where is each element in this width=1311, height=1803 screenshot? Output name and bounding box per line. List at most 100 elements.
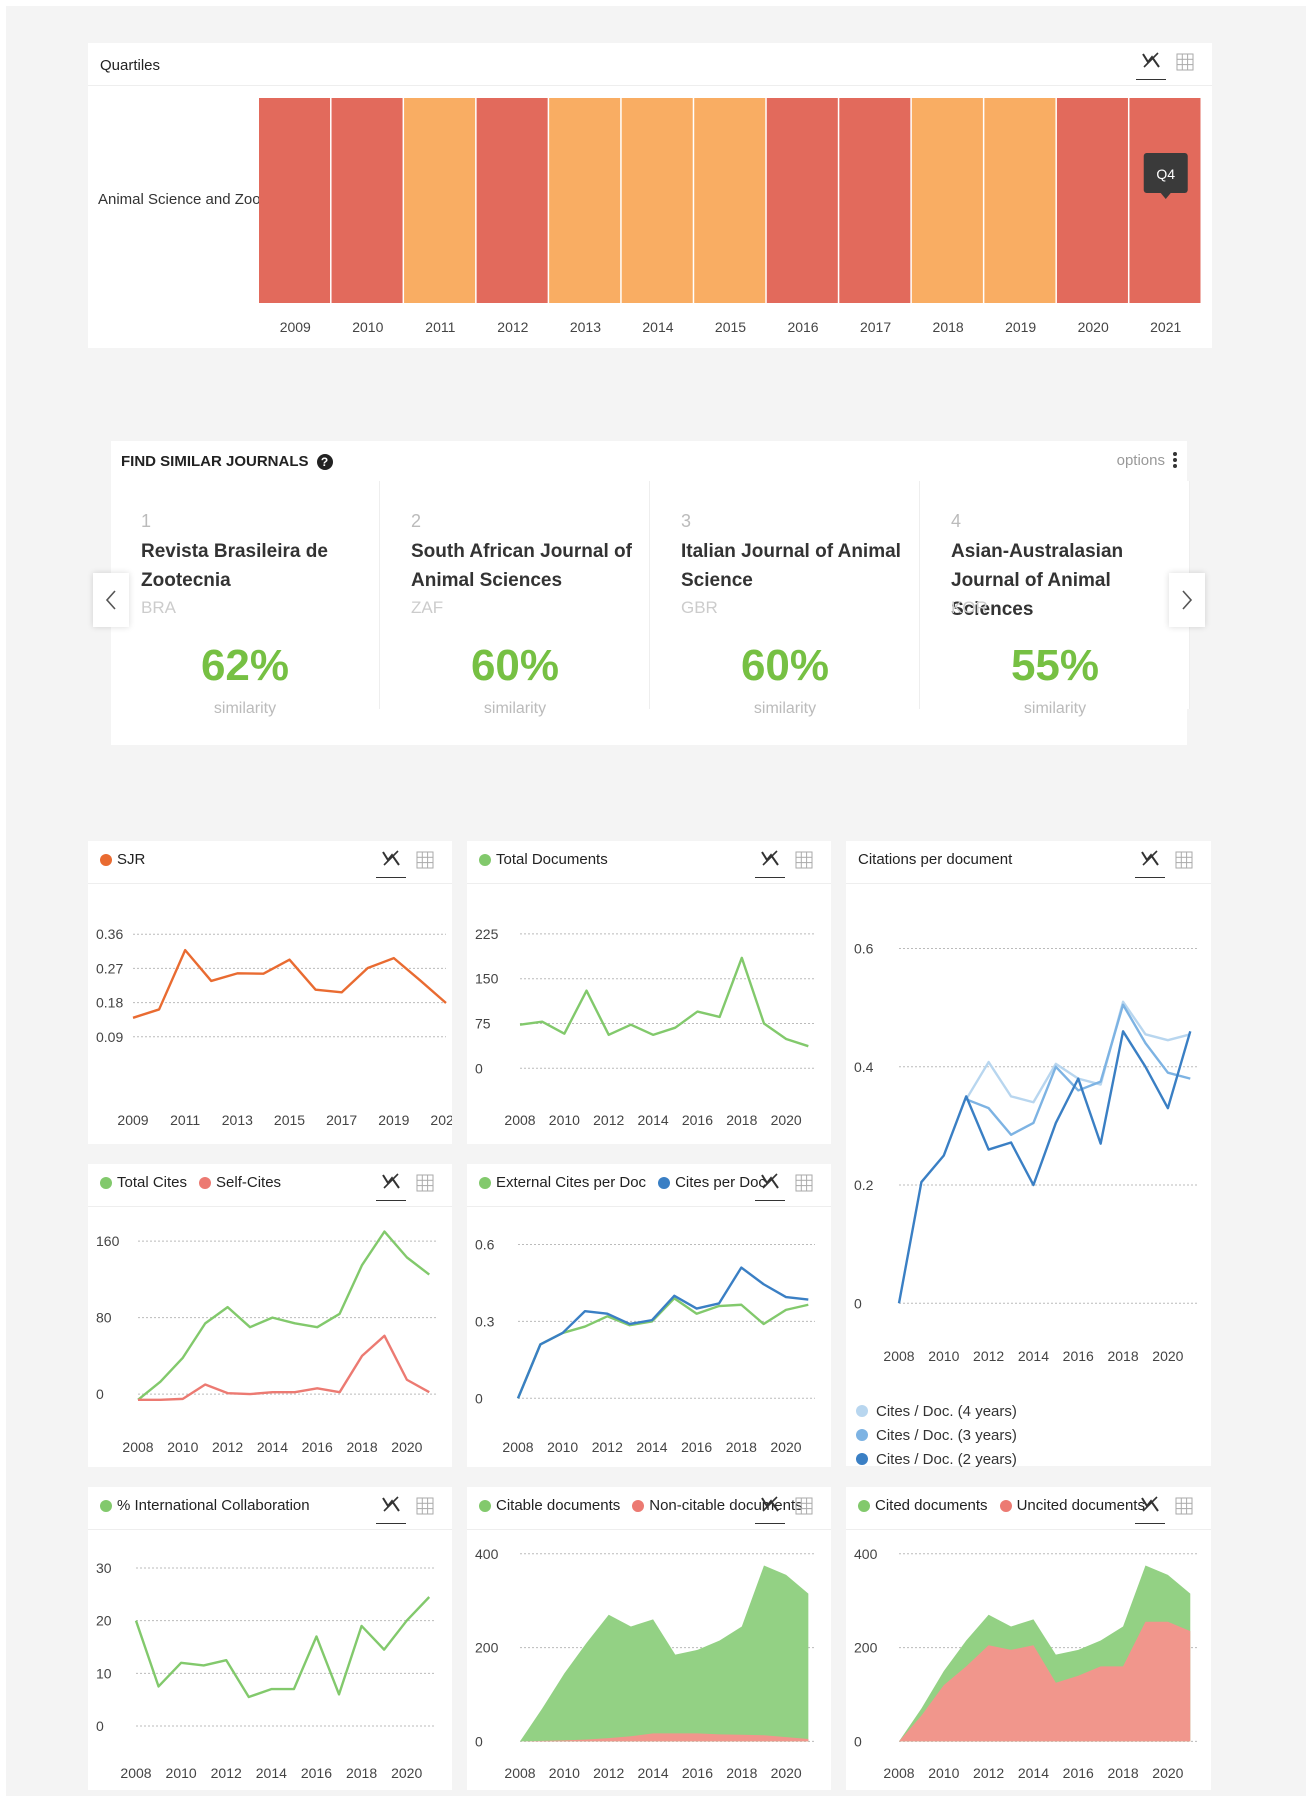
journal-country: BRA (141, 598, 176, 617)
cited-chart-panel: Cited documents Uncited documents 0 200 400 2… (846, 1487, 1211, 1790)
intl-chart-svg: 0 10 20 30 2008 2010 2012 2014 2016 2018 2020 (96, 1560, 436, 1781)
quartile-year-label: 2021 (1150, 319, 1181, 335)
y-tick-label: 0.2 (854, 1177, 874, 1193)
x-tick-label: 2012 (592, 1439, 623, 1455)
x-tick-label: 2010 (549, 1765, 580, 1781)
x-tick-label: 2010 (167, 1439, 198, 1455)
x-tick-label: 2020 (391, 1439, 422, 1455)
chevron-right-icon (1182, 590, 1193, 610)
intl-chart-panel: % International Collaboration 0 10 20 30 2008… (88, 1487, 452, 1790)
quartile-cell[interactable] (621, 98, 693, 303)
x-tick-label: 2020 (1152, 1765, 1183, 1781)
quartile-cell[interactable] (1129, 98, 1201, 303)
quartile-year-label: 2013 (570, 319, 601, 335)
x-tick-label: 2012 (212, 1439, 243, 1455)
y-tick-label: 0 (96, 1386, 104, 1402)
y-tick-label: 160 (96, 1233, 120, 1249)
docs-chart-panel: Total Documents 0 75 150 225 2008 2010 2012 2014… (467, 841, 831, 1144)
quartile-cell[interactable] (331, 98, 403, 303)
y-tick-label: 0.27 (96, 960, 123, 976)
quartile-cell[interactable] (1056, 98, 1128, 303)
y-tick-label: 0.09 (96, 1029, 123, 1045)
y-tick-label: 0.3 (475, 1313, 495, 1329)
quartile-cell[interactable] (839, 98, 911, 303)
y-tick-label: 0 (475, 1390, 483, 1406)
similarity-percent: 62% (200, 641, 290, 690)
x-tick-label: 2012 (973, 1348, 1004, 1364)
x-tick-label: 2014 (636, 1439, 667, 1455)
x-tick-label: 2008 (883, 1348, 914, 1364)
y-tick-label: 200 (854, 1640, 878, 1656)
journal-country: KOR (951, 598, 988, 617)
quartile-cell[interactable] (694, 98, 766, 303)
carousel-prev-button[interactable] (93, 573, 129, 627)
x-tick-label: 2008 (504, 1765, 535, 1781)
cited-chart-svg: 0 200 400 2008 2010 2012 2014 2016 2018 2020 (854, 1546, 1197, 1781)
journal-rank: 1 (141, 511, 152, 531)
y-tick-label: 10 (96, 1665, 112, 1681)
similarity-label: similarity (753, 700, 817, 717)
quartile-year-label: 2019 (1005, 319, 1036, 335)
x-tick-label: 2020 (1152, 1348, 1183, 1364)
journal-rank: 4 (951, 511, 962, 531)
sjr-chart-panel: SJR 0.09 0.18 0.27 0.36 2009 2011 2013 2015 2017 2… (88, 841, 452, 1144)
x-tick-label: 2018 (726, 1765, 757, 1781)
extcites-chart-panel: External Cites per Doc Cites per Doc 0 0.3 0… (467, 1164, 831, 1467)
quartile-year-label: 2011 (425, 319, 455, 335)
journal-name: Italian Journal of Animal Science (681, 541, 901, 591)
help-icon[interactable]: ? (316, 453, 333, 470)
carousel-next-button[interactable] (1169, 573, 1205, 627)
x-tick-label: 2016 (681, 1439, 712, 1455)
y-tick-label: 225 (475, 926, 499, 942)
similar-journal-card[interactable]: 3 Italian Journal of Animal Science GBR 60%… (651, 481, 920, 717)
x-tick-label: 2008 (122, 1439, 153, 1455)
quartile-cell[interactable] (476, 98, 548, 303)
similar-journal-card[interactable]: 2 South African Journal of Animal Science… (381, 481, 650, 717)
similar-journal-card[interactable]: 1 Revista Brasileira de Zootecnia BRA 62% si… (111, 481, 380, 717)
journal-rank: 2 (411, 511, 422, 531)
similarity-percent: 60% (470, 641, 560, 690)
x-tick-label: 2013 (222, 1112, 253, 1128)
line-series (516, 1297, 809, 1399)
line-series (132, 948, 447, 1019)
x-tick-label: 2012 (973, 1765, 1004, 1781)
extcites-chart-svg: 0 0.3 0.6 2008 2010 2012 2014 2016 2018 2020 (475, 1237, 815, 1455)
line-series (897, 1030, 1192, 1304)
legend-item[interactable]: Cites / Doc. (4 years) (856, 1399, 1017, 1423)
legend-item[interactable]: Cites / Doc. (2 years) (856, 1447, 1017, 1471)
y-tick-label: 0.18 (96, 995, 123, 1011)
quartile-cell[interactable] (911, 98, 983, 303)
quartile-cell[interactable] (984, 98, 1056, 303)
quartile-cell[interactable] (766, 98, 838, 303)
sjr-chart-svg: 0.09 0.18 0.27 0.36 2009 2011 2013 2015 2017 2019… (96, 926, 452, 1128)
quartile-tooltip-text: Q4 (1156, 166, 1175, 182)
similar-journal-card[interactable]: 4 Asian-Australasian Journal of Animal Sc… (921, 481, 1190, 717)
similarity-percent: 55% (1010, 641, 1100, 690)
similarity-label: similarity (483, 700, 547, 717)
docs-chart-svg: 0 75 150 225 2008 2010 2012 2014 2016 2018 2020 (475, 926, 815, 1128)
quartile-year-label: 2009 (280, 319, 311, 335)
quartile-cell[interactable] (549, 98, 621, 303)
x-tick-label: 2010 (549, 1112, 580, 1128)
legend-dot-icon (856, 1453, 868, 1465)
x-tick-label: 2018 (1107, 1765, 1138, 1781)
quartile-cell[interactable] (404, 98, 476, 303)
x-tick-label: 2015 (274, 1112, 305, 1128)
x-tick-label: 2016 (1063, 1765, 1094, 1781)
x-tick-label: 2010 (928, 1765, 959, 1781)
similar-journals-title-text: FIND SIMILAR JOURNALS (121, 453, 309, 470)
legend-item[interactable]: Cites / Doc. (3 years) (856, 1423, 1017, 1447)
y-tick-label: 200 (475, 1640, 499, 1656)
x-tick-label: 2014 (257, 1439, 288, 1455)
options-button[interactable]: options (1117, 451, 1177, 469)
x-tick-label: 2010 (928, 1348, 959, 1364)
quartile-cell[interactable] (259, 98, 331, 303)
line-series (965, 1003, 1191, 1136)
y-tick-label: 0.6 (475, 1237, 495, 1253)
y-tick-label: 0.36 (96, 926, 123, 942)
journal-country: GBR (681, 598, 718, 617)
journal-rank: 3 (681, 511, 692, 531)
similar-journals-title: FIND SIMILAR JOURNALS ? (121, 453, 333, 470)
legend-label: Cites / Doc. (4 years) (876, 1402, 1017, 1420)
x-tick-label: 2018 (1107, 1348, 1138, 1364)
